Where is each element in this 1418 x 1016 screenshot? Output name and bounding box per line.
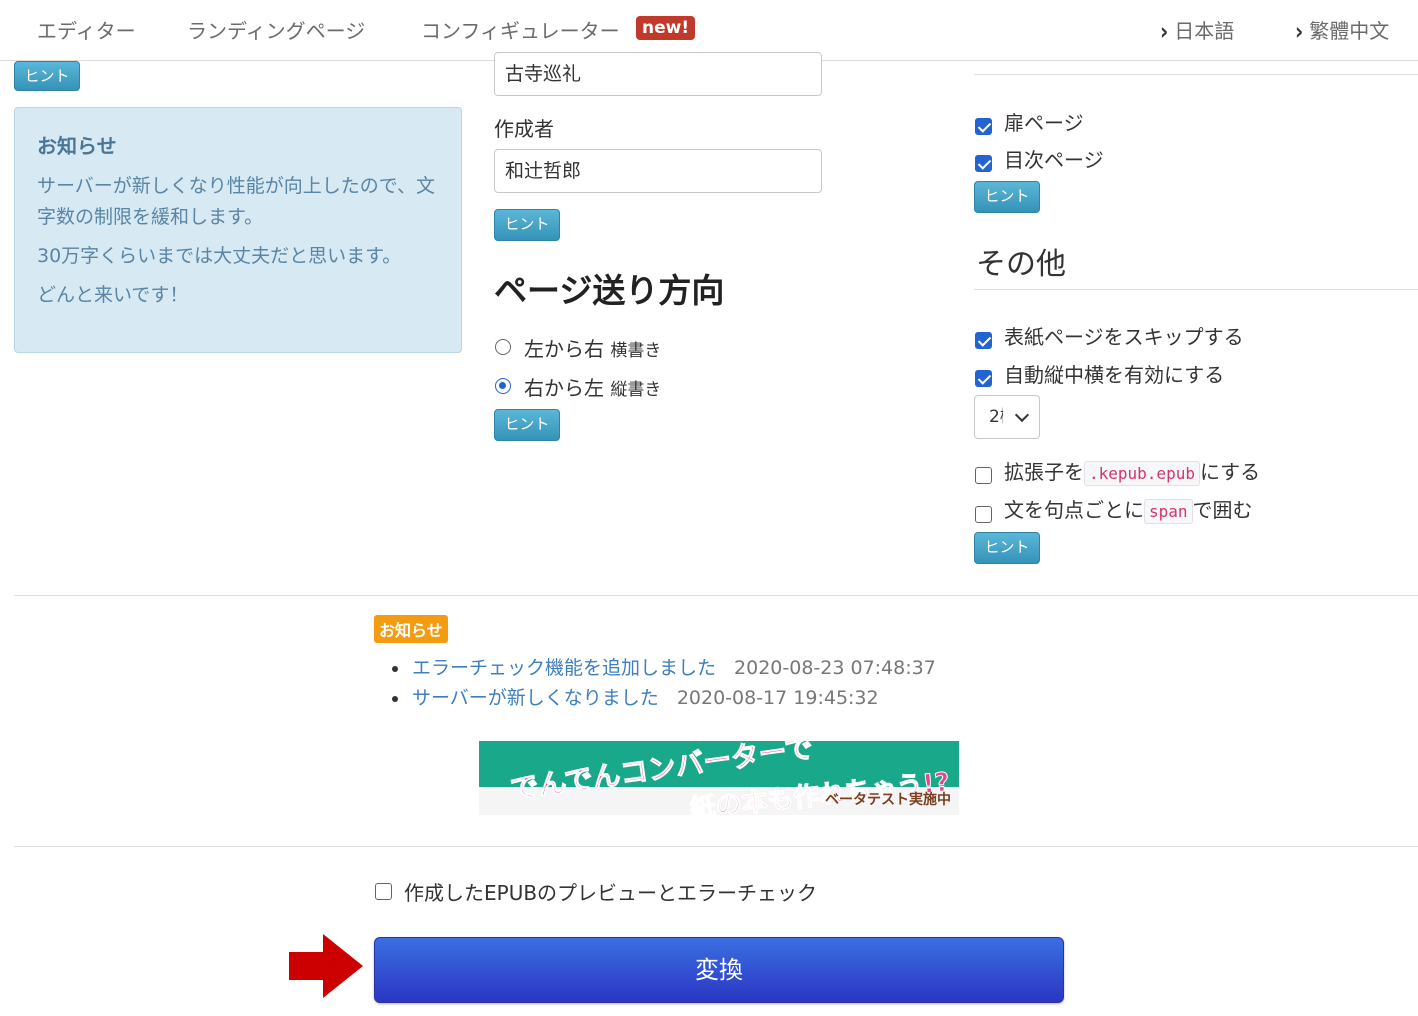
convert-button[interactable]: 変換 xyxy=(374,937,1064,1003)
news-link[interactable]: サーバーが新しくなりました xyxy=(412,687,659,709)
news-link[interactable]: エラーチェック機能を追加しました xyxy=(412,657,716,679)
list-item: エラーチェック機能を追加しました 2020-08-23 07:48:37 xyxy=(392,653,936,680)
preview-label: 作成したEPUBのプレビューとエラーチェック xyxy=(404,881,818,905)
divider xyxy=(974,74,1418,75)
kepub-code: .kepub.epub xyxy=(1084,461,1200,486)
divider xyxy=(14,595,1418,596)
tcy-select-value: 2桁 xyxy=(989,407,1003,427)
span-prefix: 文を句点ごとに xyxy=(1004,498,1144,522)
news-timestamp: 2020-08-17 19:45:32 xyxy=(676,687,879,709)
chevron-right-icon: › xyxy=(1160,16,1169,46)
divider xyxy=(974,289,1418,290)
toc-page-checkbox[interactable] xyxy=(975,155,992,172)
rtl-label-text: 右から左 xyxy=(524,376,604,400)
rtl-sub: 縦書き xyxy=(610,380,662,400)
notice-text: どんと来いです！ xyxy=(37,284,189,306)
rtl-label[interactable]: 右から左 縦書き xyxy=(524,372,661,401)
auto-tcy-label: 自動縦中横を有効にする xyxy=(1004,363,1225,387)
hint-button[interactable]: ヒント xyxy=(974,181,1040,213)
bullet-icon xyxy=(392,695,398,702)
span-checkbox[interactable] xyxy=(975,506,992,523)
span-code: span xyxy=(1144,499,1193,524)
divider xyxy=(14,846,1418,847)
hint-button[interactable]: ヒント xyxy=(14,61,80,91)
auto-tcy-checkbox[interactable] xyxy=(975,370,992,387)
news-badge: お知らせ xyxy=(374,615,448,643)
ltr-label[interactable]: 左から右 横書き xyxy=(524,333,661,362)
preview-checkbox[interactable] xyxy=(375,883,392,900)
tcy-digits-select[interactable]: 2桁 xyxy=(974,395,1040,439)
lang-ja-link[interactable]: › 日本語 xyxy=(1160,15,1235,46)
span-suffix: で囲む xyxy=(1192,498,1253,522)
toc-page-label: 目次ページ xyxy=(1004,148,1104,172)
kepub-checkbox[interactable] xyxy=(975,467,992,484)
title-input[interactable]: 古寺巡礼 xyxy=(494,52,822,96)
kepub-label: 拡張子を .kepub.epub にする xyxy=(1004,456,1261,486)
nav-configurator-link[interactable]: コンフィギュレーター xyxy=(421,15,620,44)
lang-zh-link[interactable]: › 繁體中文 xyxy=(1295,15,1390,46)
chevron-down-icon xyxy=(1014,407,1030,423)
new-badge: new! xyxy=(636,16,696,40)
chevron-right-icon: › xyxy=(1295,16,1304,46)
skip-cover-label: 表紙ページをスキップする xyxy=(1004,325,1244,349)
hint-button[interactable]: ヒント xyxy=(974,532,1040,564)
lang-ja-label: 日本語 xyxy=(1174,19,1235,43)
title-page-checkbox[interactable] xyxy=(975,118,992,135)
skip-cover-checkbox[interactable] xyxy=(975,332,992,349)
bullet-icon xyxy=(392,665,398,672)
kepub-suffix: にする xyxy=(1199,460,1261,484)
direction-heading: ページ送り方向 xyxy=(494,271,725,310)
notice-text: サーバーが新しくなり性能が向上したので、文字数の制限を緩和します。 xyxy=(37,175,436,228)
span-label: 文を句点ごとに span で囲む xyxy=(1004,494,1253,524)
hint-button[interactable]: ヒント xyxy=(494,209,560,241)
arrow-right-icon xyxy=(289,934,363,998)
rtl-radio[interactable] xyxy=(495,378,511,394)
lang-zh-label: 繁體中文 xyxy=(1309,19,1390,43)
ltr-sub: 横書き xyxy=(610,341,662,361)
banner-line3: ベータテスト実施中 xyxy=(825,792,951,808)
other-heading: その他 xyxy=(976,247,1066,282)
nav-landing-link[interactable]: ランディングページ xyxy=(187,15,365,44)
notice-text: 30万字くらいまでは大丈夫だと思います。 xyxy=(37,245,402,267)
list-item: サーバーが新しくなりました 2020-08-17 19:45:32 xyxy=(392,683,879,710)
ltr-label-text: 左から右 xyxy=(524,337,604,361)
author-label: 作成者 xyxy=(494,117,554,141)
ltr-radio[interactable] xyxy=(495,339,511,355)
notice-title: お知らせ xyxy=(37,134,117,158)
hint-button[interactable]: ヒント xyxy=(494,409,560,441)
kepub-prefix: 拡張子を xyxy=(1004,460,1084,484)
author-input[interactable]: 和辻哲郎 xyxy=(494,149,822,193)
title-page-label: 扉ページ xyxy=(1004,111,1084,135)
notice-panel: お知らせ サーバーが新しくなり性能が向上したので、文字数の制限を緩和します。 3… xyxy=(14,107,462,353)
nav-editor-link[interactable]: エディター xyxy=(37,15,136,44)
promo-banner[interactable]: でんでんコンバーターで 紙の本も作れちゃう!? ベータテスト実施中 xyxy=(479,741,959,815)
news-timestamp: 2020-08-23 07:48:37 xyxy=(734,657,936,679)
